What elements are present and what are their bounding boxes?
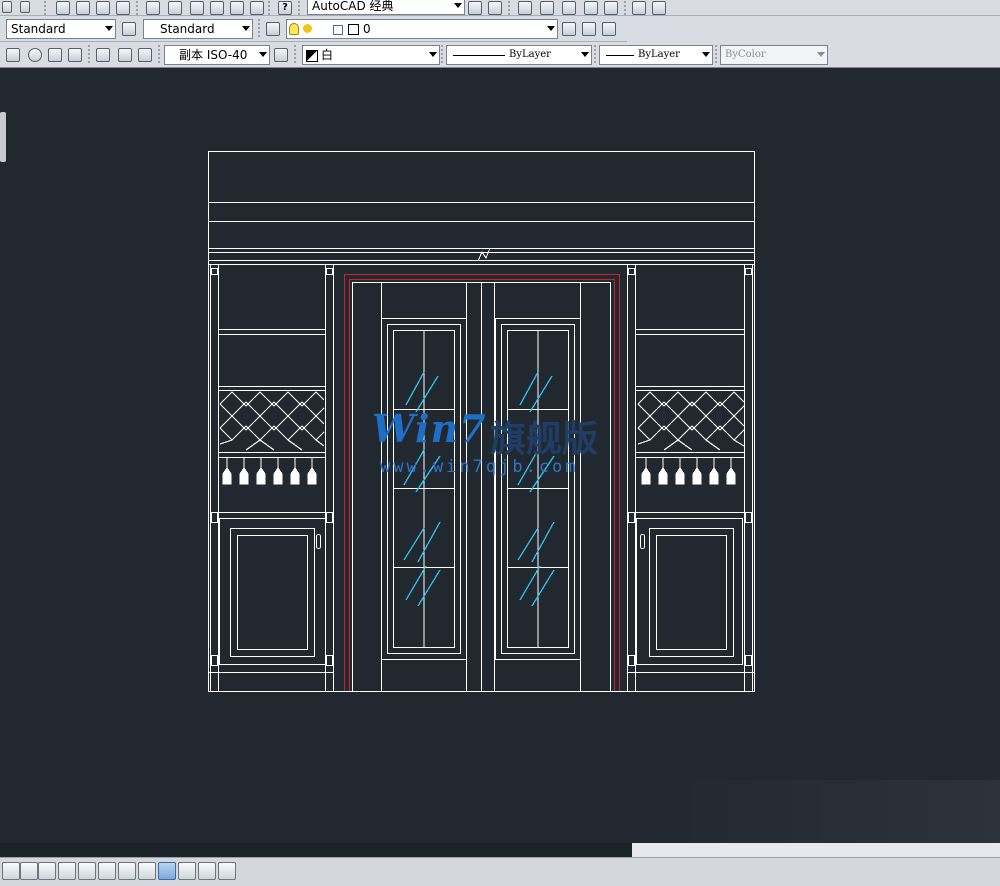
- zoom-previous-icon[interactable]: [116, 1, 130, 15]
- workspace-combo[interactable]: AutoCAD 经典: [307, 0, 465, 15]
- zoom-realtime-icon[interactable]: [76, 1, 90, 15]
- chevron-down-icon: [242, 26, 250, 31]
- status-bar: [0, 857, 1000, 886]
- view-icon[interactable]: [584, 1, 598, 15]
- workspace-settings-icon[interactable]: [468, 1, 482, 15]
- make-current-icon[interactable]: [562, 22, 576, 36]
- layer-manager-icon[interactable]: [266, 22, 280, 36]
- undo-icon[interactable]: [2, 1, 12, 13]
- bulb-icon: [289, 23, 299, 35]
- ortho-icon[interactable]: [38, 862, 56, 880]
- text-style-combo[interactable]: Standard: [6, 19, 116, 39]
- color-combo[interactable]: 白: [302, 45, 440, 65]
- dim-text-edit-icon[interactable]: [118, 48, 132, 62]
- table-style-combo[interactable]: Standard: [143, 19, 253, 39]
- ducs-icon[interactable]: [118, 862, 136, 880]
- redo-icon[interactable]: [20, 1, 30, 13]
- layer-previous-icon[interactable]: [582, 22, 596, 36]
- toolbar-empty-area: [627, 16, 1000, 42]
- bycolor-swatch-icon: [306, 50, 318, 62]
- grid-icon[interactable]: [20, 862, 38, 880]
- lineweight-combo[interactable]: ByLayer: [599, 45, 713, 65]
- plotstyle-combo[interactable]: ByColor: [720, 45, 828, 65]
- properties-icon[interactable]: [146, 1, 160, 15]
- sheet-set-icon[interactable]: [210, 1, 224, 15]
- layer-value: 0: [363, 22, 371, 36]
- sun-icon: [303, 24, 312, 33]
- polar-icon[interactable]: [58, 862, 76, 880]
- chevron-down-icon: [547, 26, 555, 31]
- dimension-icon[interactable]: [6, 48, 20, 62]
- zoom-window-icon[interactable]: [96, 1, 110, 15]
- radius-icon[interactable]: [28, 48, 42, 62]
- dim-style-combo[interactable]: 副本 ISO-40: [164, 45, 270, 65]
- qp-icon[interactable]: [178, 862, 196, 880]
- baseline-icon[interactable]: [48, 48, 62, 62]
- help-icon[interactable]: ?: [278, 1, 292, 15]
- text-style-value: Standard: [11, 22, 66, 36]
- workspace-combo-value: AutoCAD 经典: [312, 0, 394, 13]
- toolbar-properties: 副本 ISO-40 白 ByLayer ByLayer ByColor: [0, 42, 1000, 68]
- table-style-value: Standard: [160, 22, 215, 36]
- lock-icon: [333, 25, 343, 35]
- layer-prev-icon[interactable]: [562, 1, 576, 15]
- design-center-icon[interactable]: [168, 1, 182, 15]
- pan-icon[interactable]: [56, 1, 70, 15]
- lineweight-value: ByLayer: [638, 49, 680, 60]
- markup-icon[interactable]: [230, 1, 244, 15]
- ucs-world-icon[interactable]: [652, 1, 666, 15]
- render-icon[interactable]: [604, 1, 618, 15]
- dim-update-icon[interactable]: [138, 48, 152, 62]
- am-icon[interactable]: [218, 862, 236, 880]
- status-strip-light: [632, 843, 1000, 857]
- toolbar-standard: ? AutoCAD 经典: [0, 0, 1000, 16]
- lwt-icon[interactable]: [158, 862, 176, 880]
- layer-combo[interactable]: 0: [286, 19, 558, 39]
- color-swatch-icon: [348, 24, 359, 35]
- watermark-url: www.win7qjb.com: [380, 457, 579, 477]
- dim-style-manager-icon[interactable]: [274, 48, 288, 62]
- continue-icon[interactable]: [68, 48, 82, 62]
- chevron-down-icon: [581, 52, 589, 57]
- dim-style-icon[interactable]: [122, 22, 136, 36]
- dim-style-value: 副本 ISO-40: [179, 48, 248, 62]
- watermark-brand: Win7: [372, 406, 487, 451]
- sc-icon[interactable]: [198, 862, 216, 880]
- chevron-down-icon: [702, 52, 710, 57]
- chevron-down-icon: [259, 52, 267, 57]
- calculator-icon[interactable]: [250, 1, 264, 15]
- linetype-value: ByLayer: [509, 49, 551, 60]
- linetype-combo[interactable]: ByLayer: [446, 45, 592, 65]
- line-preview: [606, 55, 634, 56]
- otrack-icon[interactable]: [98, 862, 116, 880]
- tool-palettes-icon[interactable]: [190, 1, 204, 15]
- chevron-down-icon: [429, 52, 437, 57]
- color-value: 白: [321, 48, 334, 62]
- chevron-down-icon: [454, 3, 462, 8]
- vertical-scroll-handle[interactable]: [0, 112, 6, 162]
- viewport-icon[interactable]: [518, 1, 532, 15]
- chevron-down-icon: [817, 52, 825, 57]
- workspace-icon[interactable]: [488, 1, 502, 15]
- command-line-edge: [0, 843, 640, 857]
- ucs-icon[interactable]: [632, 1, 646, 15]
- leader-icon[interactable]: [96, 48, 110, 62]
- watermark-brand-cn: 旗舰版: [490, 419, 599, 460]
- chevron-down-icon: [105, 26, 113, 31]
- dyn-icon[interactable]: [138, 862, 156, 880]
- osnap-icon[interactable]: [78, 862, 96, 880]
- snap-icon[interactable]: [2, 862, 20, 880]
- 3d-orbit-icon[interactable]: [540, 1, 554, 15]
- plotstyle-value: ByColor: [725, 49, 766, 60]
- layer-states-icon[interactable]: [602, 22, 616, 36]
- line-preview: [453, 55, 505, 56]
